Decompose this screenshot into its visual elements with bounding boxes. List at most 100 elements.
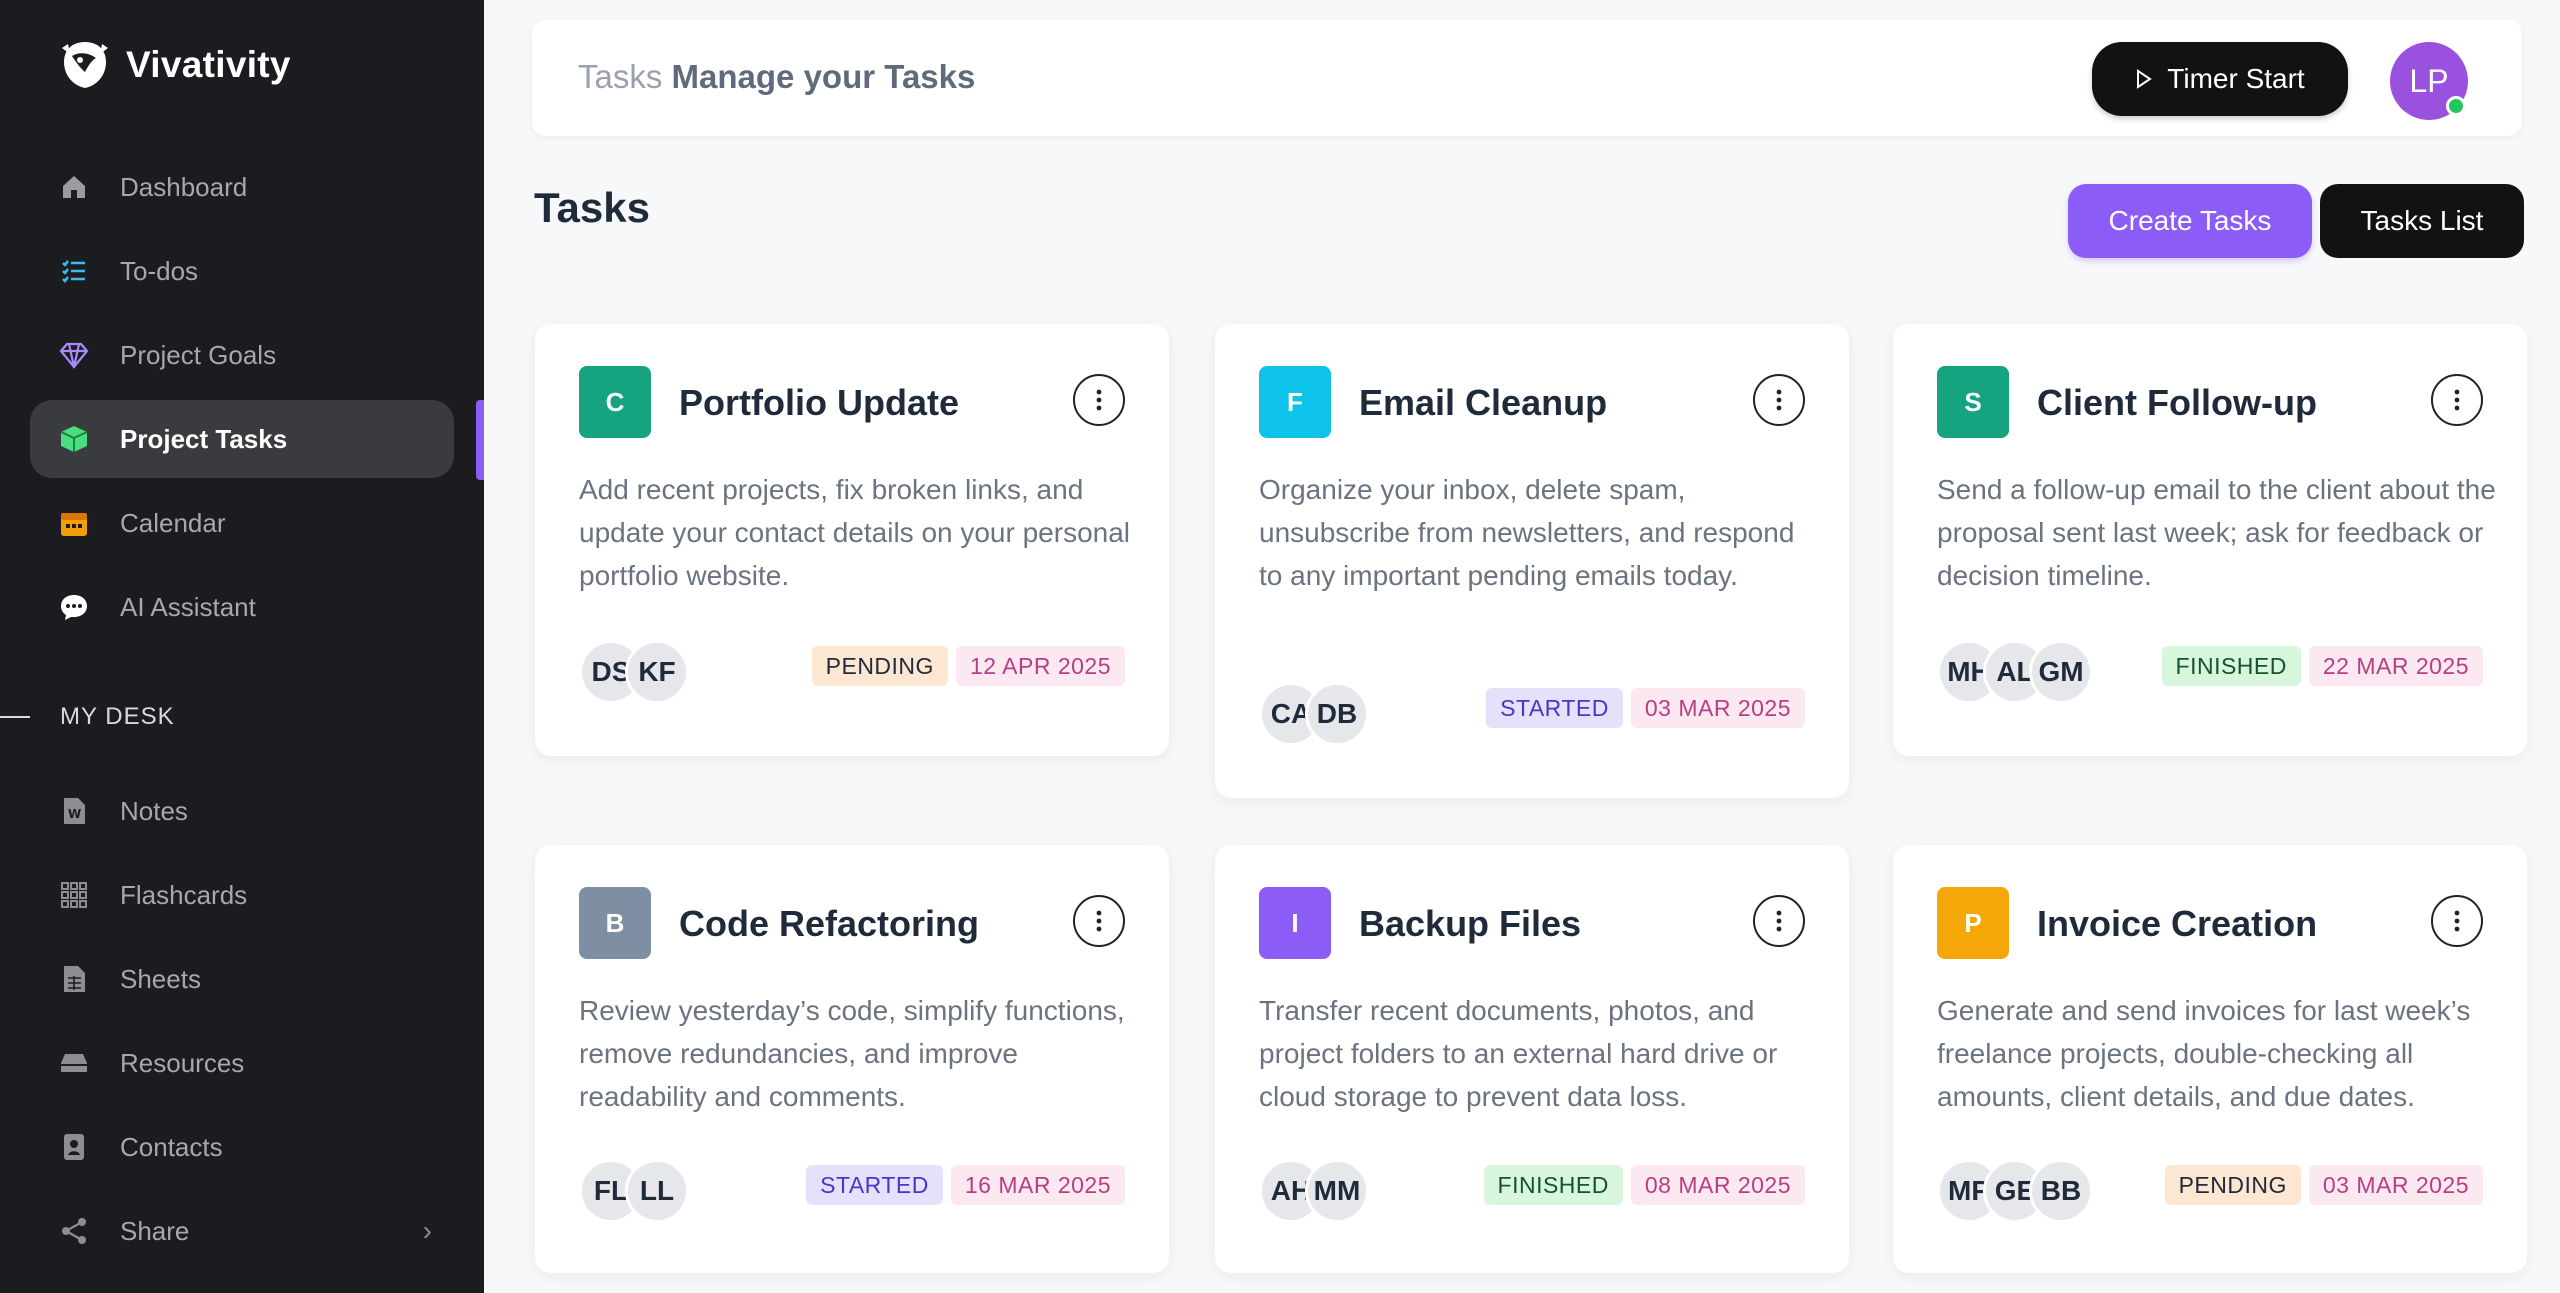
task-card[interactable]: C Portfolio Update Add recent projects, … xyxy=(535,324,1169,756)
svg-text:W: W xyxy=(68,807,81,821)
task-letter-tile: I xyxy=(1259,887,1331,959)
sidebar: Vivativity Dashboard To-dos Project Goal… xyxy=(0,0,484,1293)
more-options-icon[interactable] xyxy=(1753,374,1805,426)
assignee-avatar[interactable]: GM xyxy=(2029,640,2093,704)
sidebar-item-label: Project Tasks xyxy=(120,423,288,454)
status-badge: PENDING xyxy=(2164,1165,2301,1205)
assignee-avatar[interactable]: BB xyxy=(2029,1159,2093,1223)
task-badges: STARTED 03 MAR 2025 xyxy=(1486,688,1805,728)
breadcrumb-page: Manage your Tasks xyxy=(671,58,976,95)
due-date-badge: 08 MAR 2025 xyxy=(1630,1165,1805,1205)
create-tasks-button[interactable]: Create Tasks xyxy=(2068,184,2312,258)
task-card[interactable]: I Backup Files Transfer recent documents… xyxy=(1215,845,1849,1273)
document-icon: W xyxy=(58,795,90,827)
due-date-badge: 03 MAR 2025 xyxy=(1630,688,1805,728)
sidebar-item-flashcards[interactable]: Flashcards xyxy=(30,856,454,934)
status-badge: PENDING xyxy=(811,646,948,686)
brand-name: Vivativity xyxy=(126,44,291,85)
more-options-icon[interactable] xyxy=(1073,895,1125,947)
contact-card-icon xyxy=(58,1131,90,1163)
sidebar-item-project-goals[interactable]: Project Goals xyxy=(30,316,454,394)
sidebar-item-notes[interactable]: W Notes xyxy=(30,772,454,850)
more-options-icon[interactable] xyxy=(1753,895,1805,947)
task-title: Invoice Creation xyxy=(2037,903,2318,944)
header-bar: Tasks Manage your Tasks Timer Start LP xyxy=(532,20,2522,136)
share-icon xyxy=(58,1215,90,1247)
sidebar-item-ai-assistant[interactable]: AI Assistant xyxy=(30,568,454,646)
task-title: Backup Files xyxy=(1359,903,1582,944)
task-description: Organize your inbox, delete spam, unsubs… xyxy=(1259,474,1795,591)
assignee-avatar[interactable]: KF xyxy=(625,640,689,704)
task-badges: FINISHED 08 MAR 2025 xyxy=(1483,1165,1805,1205)
sidebar-item-share[interactable]: Share › xyxy=(30,1192,454,1270)
task-letter-tile: P xyxy=(1937,887,2009,959)
task-card[interactable]: B Code Refactoring Review yesterday’s co… xyxy=(535,845,1169,1273)
sidebar-item-dashboard[interactable]: Dashboard xyxy=(30,148,454,226)
active-indicator xyxy=(476,400,484,480)
sidebar-item-label: Contacts xyxy=(120,1131,223,1162)
due-date-badge: 03 MAR 2025 xyxy=(2308,1165,2483,1205)
sidebar-item-label: Share xyxy=(120,1215,190,1246)
task-letter-tile: S xyxy=(1937,366,2009,438)
task-description: Generate and send invoices for last week… xyxy=(1937,995,2471,1112)
brand[interactable]: Vivativity xyxy=(58,38,291,92)
task-title: Client Follow-up xyxy=(2037,382,2317,423)
sidebar-item-sheets[interactable]: Sheets xyxy=(30,940,454,1018)
online-status-dot xyxy=(2446,96,2466,116)
assignee-avatars: MH AL GM xyxy=(1937,640,2093,704)
task-card[interactable]: S Client Follow-up Send a follow-up emai… xyxy=(1893,324,2527,756)
spreadsheet-icon xyxy=(58,963,90,995)
task-title: Code Refactoring xyxy=(679,903,980,944)
more-options-icon[interactable] xyxy=(2431,374,2483,426)
task-badges: PENDING 03 MAR 2025 xyxy=(2164,1165,2483,1205)
user-avatar-initials: LP xyxy=(2409,62,2449,99)
sidebar-item-label: Resources xyxy=(120,1047,245,1078)
assignee-avatars: FL LL xyxy=(579,1159,689,1223)
cube-icon xyxy=(58,423,90,455)
more-options-icon[interactable] xyxy=(1073,374,1125,426)
assignee-avatars: CA DB xyxy=(1259,682,1369,746)
home-icon xyxy=(58,171,90,203)
more-options-icon[interactable] xyxy=(2431,895,2483,947)
page-title: Tasks xyxy=(534,184,650,231)
task-badges: FINISHED 22 MAR 2025 xyxy=(2161,646,2483,686)
assignee-avatar[interactable]: DB xyxy=(1305,682,1369,746)
chat-bubble-icon xyxy=(58,591,90,623)
sidebar-item-contacts[interactable]: Contacts xyxy=(30,1108,454,1186)
due-date-badge: 22 MAR 2025 xyxy=(2308,646,2483,686)
brand-logo-icon xyxy=(62,42,108,88)
task-description: Send a follow-up email to the client abo… xyxy=(1937,474,2496,591)
sidebar-item-label: To-dos xyxy=(120,255,199,286)
list-check-icon xyxy=(58,255,90,287)
task-description: Transfer recent documents, photos, and p… xyxy=(1259,995,1778,1112)
breadcrumb-section[interactable]: Tasks xyxy=(578,58,662,95)
sidebar-item-label: Project Goals xyxy=(120,339,277,370)
status-badge: STARTED xyxy=(806,1165,943,1205)
sidebar-item-project-tasks[interactable]: Project Tasks xyxy=(30,400,454,478)
task-description: Review yesterday’s code, simplify functi… xyxy=(579,995,1125,1112)
task-letter-tile: C xyxy=(579,366,651,438)
sidebar-item-label: Flashcards xyxy=(120,879,248,910)
assignee-avatars: MP GE BB xyxy=(1937,1159,2093,1223)
tasks-list-button[interactable]: Tasks List xyxy=(2320,184,2524,258)
assignee-avatars: AH MM xyxy=(1259,1159,1369,1223)
timer-start-button[interactable]: Timer Start xyxy=(2092,42,2348,116)
sidebar-item-resources[interactable]: Resources xyxy=(30,1024,454,1102)
task-title: Email Cleanup xyxy=(1359,382,1608,423)
grid-icon xyxy=(58,879,90,911)
task-card[interactable]: F Email Cleanup Organize your inbox, del… xyxy=(1215,324,1849,798)
section-divider xyxy=(0,716,30,718)
play-icon xyxy=(2137,69,2153,89)
sidebar-item-todos[interactable]: To-dos xyxy=(30,232,454,310)
user-avatar[interactable]: LP xyxy=(2390,42,2468,120)
task-card[interactable]: P Invoice Creation Generate and send inv… xyxy=(1893,845,2527,1273)
sidebar-item-calendar[interactable]: Calendar xyxy=(30,484,454,562)
section-label-my-desk: MY DESK xyxy=(60,703,175,730)
sidebar-item-label: AI Assistant xyxy=(120,591,256,622)
assignee-avatars: DS KF xyxy=(579,640,689,704)
sidebar-item-label: Sheets xyxy=(120,963,201,994)
assignee-avatar[interactable]: LL xyxy=(625,1159,689,1223)
assignee-avatar[interactable]: MM xyxy=(1305,1159,1369,1223)
status-badge: STARTED xyxy=(1486,688,1623,728)
task-letter-tile: F xyxy=(1259,366,1331,438)
